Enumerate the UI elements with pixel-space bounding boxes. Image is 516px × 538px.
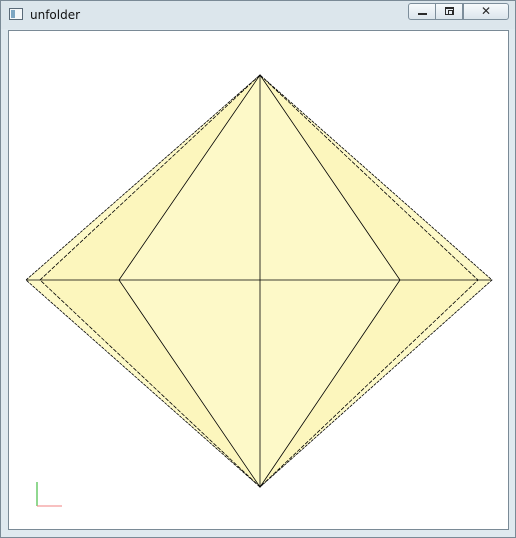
close-icon: ✕: [480, 4, 492, 18]
maximize-button[interactable]: [435, 3, 463, 20]
minimize-icon: [418, 13, 427, 15]
close-button[interactable]: ✕: [463, 3, 509, 20]
unfold-drawing[interactable]: [9, 31, 508, 529]
minimize-button[interactable]: [408, 3, 436, 20]
window-title: unfolder: [30, 8, 81, 22]
paper-face-center: [118, 74, 401, 488]
app-window: unfolder ✕: [0, 0, 516, 538]
maximize-icon: [445, 7, 454, 15]
app-window-icon[interactable]: [9, 8, 23, 20]
title-bar[interactable]: unfolder ✕: [1, 1, 515, 29]
viewport-canvas[interactable]: [8, 30, 509, 530]
